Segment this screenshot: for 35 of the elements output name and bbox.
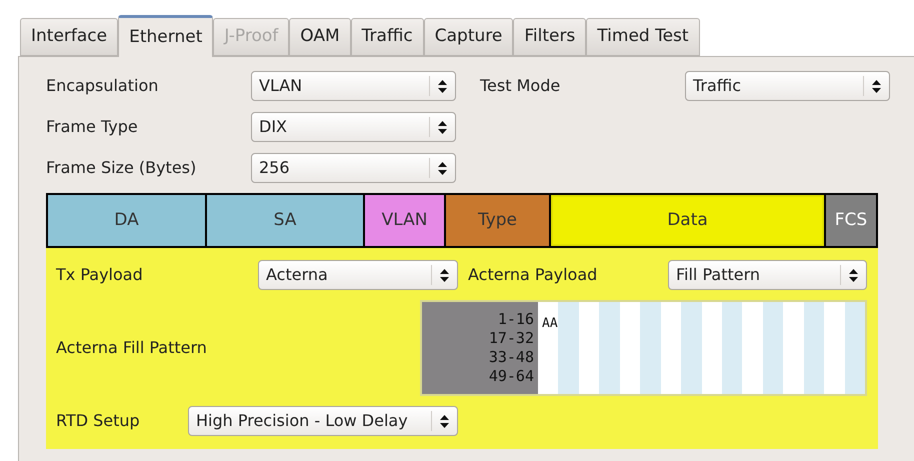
field-label: RTD Setup [56,410,141,432]
byte-range: 1-16 [498,310,534,329]
field-label: Encapsulation [46,75,160,97]
field-label: Frame Type [46,116,139,138]
dropdown[interactable]: Acterna [258,260,458,290]
dropdown[interactable]: VLAN [251,71,456,101]
up-down-icon [438,80,447,92]
tab[interactable]: Interface [20,18,118,56]
tab[interactable]: Filters [513,18,586,56]
dropdown[interactable]: High Precision - Low Delay [188,406,458,436]
dropdown[interactable]: DIX [251,112,456,142]
tab[interactable]: Capture [424,18,514,56]
dropdown[interactable]: Traffic [685,71,890,101]
dropdown[interactable]: 256 [251,153,456,183]
tab[interactable]: Timed Test [586,18,700,56]
field-label: Acterna Payload [468,264,598,286]
byte-range: 17-32 [488,329,534,348]
fill-pattern-grid[interactable]: 1-16 17-32 33-48 49-64 AA [420,300,867,396]
tab[interactable]: Traffic [350,18,424,56]
field-label: Tx Payload [56,264,144,286]
byte-range: 49-64 [488,367,534,386]
up-down-icon [440,268,449,282]
up-down-icon [849,268,858,282]
up-down-icon [872,80,881,92]
field-label: Frame Size (Bytes) [46,157,198,179]
dropdown[interactable]: Fill Pattern [668,260,867,290]
field-label: Test Mode [480,75,562,97]
up-down-icon [438,162,447,174]
tab[interactable]: Ethernet [118,15,214,57]
field-label: Acterna Fill Pattern [56,337,208,359]
up-down-icon [440,414,449,428]
tab[interactable]: OAM [289,18,351,56]
pattern-bytes: AA [542,316,558,331]
up-down-icon [438,120,447,134]
byte-range: 33-48 [488,348,534,367]
